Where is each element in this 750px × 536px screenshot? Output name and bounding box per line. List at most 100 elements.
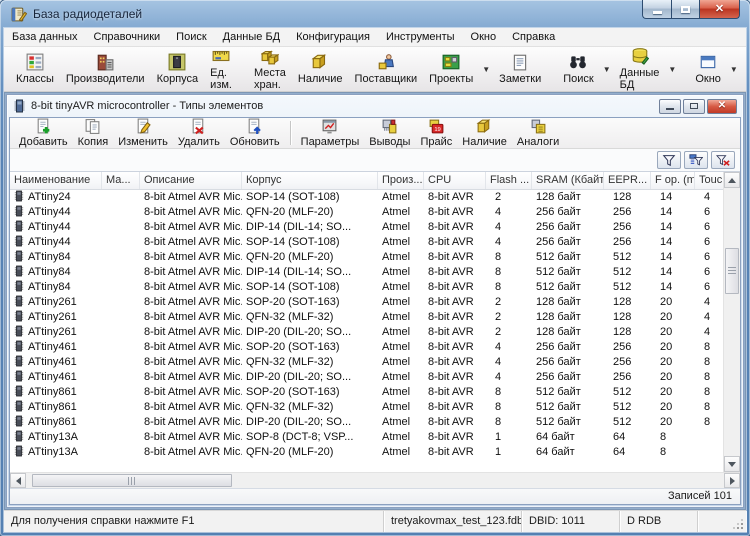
storage-icon: [260, 47, 279, 65]
table-row[interactable]: ATtiny461 8-bit Atmel AVR Mic... DIP-20 (D…: [10, 370, 723, 385]
table-row[interactable]: ATtiny461 8-bit Atmel AVR Mic... SOP-20 (S…: [10, 340, 723, 355]
cell-touch: 6: [704, 236, 711, 248]
storage-places-button[interactable]: Места хран.: [248, 47, 292, 91]
menu-item-2[interactable]: Поиск: [168, 28, 214, 46]
scroll-up-button[interactable]: [724, 172, 740, 188]
column-header-fop[interactable]: F op. (m...: [651, 172, 695, 189]
table-row[interactable]: ATtiny84 8-bit Atmel AVR Mic... QFN-20 (ML…: [10, 250, 723, 265]
scroll-down-button[interactable]: [724, 456, 740, 472]
column-header-cpu[interactable]: CPU: [424, 172, 486, 189]
database-data-button-dropdown-arrow[interactable]: ▼: [665, 65, 679, 74]
search-button[interactable]: Поиск: [557, 48, 599, 90]
projects-button[interactable]: Проекты: [423, 48, 479, 90]
table-row[interactable]: ATtiny24 8-bit Atmel AVR Mic... SOP-14 (SO…: [10, 190, 723, 205]
horizontal-scrollbar[interactable]: [10, 472, 740, 488]
window-button[interactable]: Окно: [689, 48, 727, 90]
classes-button-group: Классы: [10, 48, 60, 90]
units-button[interactable]: Ед. изм.: [204, 48, 238, 91]
database-data-button[interactable]: Данные БД: [614, 48, 666, 91]
add-button[interactable]: Добавить: [14, 118, 73, 148]
edit-button[interactable]: Изменить: [113, 118, 173, 148]
table-row[interactable]: ATtiny461 8-bit Atmel AVR Mic... QFN-32 (M…: [10, 355, 723, 370]
cell-name: ATtiny13A: [10, 430, 102, 445]
cell-touch: 4: [704, 191, 711, 203]
copy-button[interactable]: Копия: [73, 118, 114, 148]
column-header-package[interactable]: Корпус: [242, 172, 378, 189]
availability-button[interactable]: Наличие: [457, 118, 512, 148]
column-header-name[interactable]: Наименование: [10, 172, 102, 189]
scroll-right-button[interactable]: [724, 473, 740, 488]
cell-name: ATtiny461: [10, 340, 102, 355]
filter-clear-button[interactable]: [711, 151, 735, 169]
vertical-scroll-thumb[interactable]: [725, 248, 739, 294]
close-button[interactable]: ✕: [699, 0, 740, 19]
cell-package: SOP-14 (SOT-108): [246, 191, 340, 203]
table-row[interactable]: ATtiny13A 8-bit Atmel AVR Mic... SOP-8 (DC…: [10, 430, 723, 445]
horizontal-scroll-thumb[interactable]: [32, 474, 232, 487]
column-header-sram[interactable]: SRAM (Кбайт): [532, 172, 604, 189]
table-row[interactable]: ATtiny261 8-bit Atmel AVR Mic... SOP-20 (S…: [10, 295, 723, 310]
menu-item-3[interactable]: Данные БД: [215, 28, 288, 46]
cell-cpu: 8-bit AVR: [428, 326, 474, 338]
cell-fop: 14: [660, 251, 673, 263]
table-row[interactable]: ATtiny44 8-bit Atmel AVR Mic... SOP-14 (SO…: [10, 235, 723, 250]
filter-custom-button[interactable]: [684, 151, 708, 169]
projects-button-dropdown-arrow[interactable]: ▼: [479, 65, 493, 74]
table-row[interactable]: ATtiny44 8-bit Atmel AVR Mic... QFN-20 (ML…: [10, 205, 723, 220]
delete-button[interactable]: Удалить: [173, 118, 225, 148]
menu-item-0[interactable]: База данных: [4, 28, 86, 46]
table-row[interactable]: ATtiny84 8-bit Atmel AVR Mic... SOP-14 (SO…: [10, 280, 723, 295]
cell-cpu: 8-bit AVR: [428, 296, 474, 308]
table-row[interactable]: ATtiny861 8-bit Atmel AVR Mic... DIP-20 (D…: [10, 415, 723, 430]
menu-item-7[interactable]: Справка: [504, 28, 563, 46]
refresh-button[interactable]: Обновить: [225, 118, 285, 148]
notes-button[interactable]: Заметки: [493, 48, 547, 90]
table-row[interactable]: ATtiny84 8-bit Atmel AVR Mic... DIP-14 (DI…: [10, 265, 723, 280]
window-button-dropdown-arrow[interactable]: ▼: [727, 65, 741, 74]
menu-item-5[interactable]: Инструменты: [378, 28, 463, 46]
manufacturers-button[interactable]: Производители: [60, 48, 151, 90]
table-row[interactable]: ATtiny44 8-bit Atmel AVR Mic... DIP-14 (DI…: [10, 220, 723, 235]
suppliers-button[interactable]: Поставщики: [349, 48, 424, 90]
cell-eeprom: 64: [613, 431, 626, 443]
scroll-left-button[interactable]: [10, 473, 26, 488]
table-row[interactable]: ATtiny13A 8-bit Atmel AVR Mic... QFN-20 (M…: [10, 445, 723, 460]
column-header-marking[interactable]: Ма...: [102, 172, 140, 189]
cell-manufacturer: Atmel: [382, 431, 411, 443]
minimize-button[interactable]: [642, 0, 671, 19]
resize-grip-icon[interactable]: [741, 527, 743, 529]
cell-touch: 6: [704, 281, 711, 293]
table-row[interactable]: ATtiny861 8-bit Atmel AVR Mic... SOP-20 (S…: [10, 385, 723, 400]
price-button[interactable]: 19 Прайс: [415, 118, 457, 148]
analogs-button[interactable]: Аналоги: [512, 118, 564, 148]
column-header-manufacturer[interactable]: Произ...: [378, 172, 424, 189]
parameters-button[interactable]: Параметры: [296, 118, 365, 148]
column-header-flash[interactable]: Flash ...: [486, 172, 532, 189]
cell-touch: [695, 445, 723, 460]
child-minimize-button[interactable]: [659, 98, 681, 114]
packages-button[interactable]: Корпуса: [151, 48, 205, 90]
column-header-eeprom[interactable]: EEPR...: [604, 172, 651, 189]
search-button-dropdown-arrow[interactable]: ▼: [600, 65, 614, 74]
cell-manufacturer: Atmel: [382, 401, 411, 413]
child-restore-button[interactable]: [683, 98, 705, 114]
table-row[interactable]: ATtiny861 8-bit Atmel AVR Mic... QFN-32 (M…: [10, 400, 723, 415]
cell-eeprom: 128: [613, 311, 632, 323]
cell-package: SOP-20 (SOT-163): [246, 341, 340, 353]
vertical-scrollbar[interactable]: [723, 172, 740, 472]
table-row[interactable]: ATtiny261 8-bit Atmel AVR Mic... DIP-20 (D…: [10, 325, 723, 340]
cell-cpu: 8-bit AVR: [428, 281, 474, 293]
menu-item-1[interactable]: Справочники: [86, 28, 169, 46]
column-header-description[interactable]: Описание: [140, 172, 242, 189]
stock-button[interactable]: Наличие: [292, 48, 349, 90]
maximize-button[interactable]: [671, 0, 699, 19]
menu-item-4[interactable]: Конфигурация: [288, 28, 378, 46]
delete-icon: [190, 118, 207, 135]
cell-flash: 8: [495, 416, 502, 428]
menu-item-6[interactable]: Окно: [463, 28, 505, 46]
child-close-button[interactable]: ✕: [707, 98, 737, 114]
filter-button[interactable]: [657, 151, 681, 169]
classes-button[interactable]: Классы: [10, 48, 60, 90]
pinout-button[interactable]: Выводы: [364, 118, 415, 148]
table-row[interactable]: ATtiny261 8-bit Atmel AVR Mic... QFN-32 (M…: [10, 310, 723, 325]
